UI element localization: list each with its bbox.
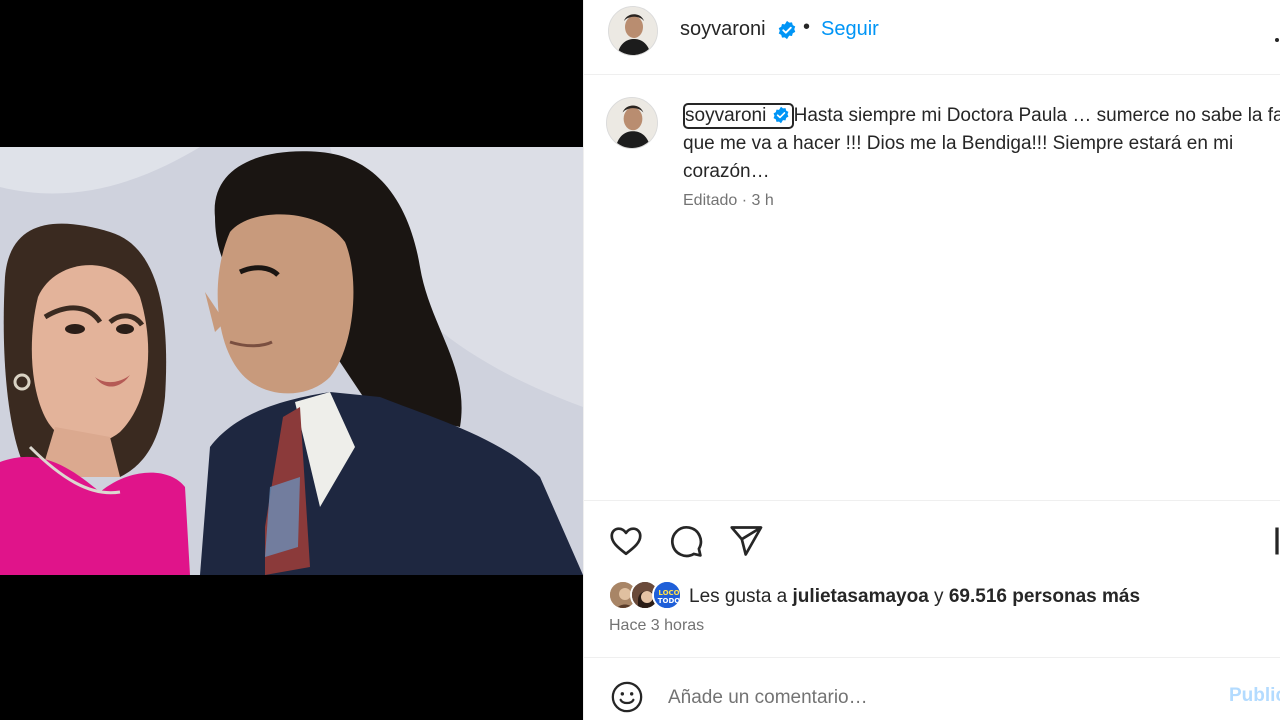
post-photo[interactable]	[0, 147, 583, 575]
follow-button[interactable]: Seguir	[821, 18, 879, 41]
emoji-icon[interactable]	[610, 680, 644, 714]
avatar-image	[609, 7, 657, 55]
liker-username[interactable]: julietasamayoa	[793, 586, 929, 607]
comment-input[interactable]	[668, 682, 1188, 714]
post-header: soyvaroni • Seguir	[584, 0, 1280, 75]
liker-avatars[interactable]: LOCO TODO	[608, 580, 688, 612]
verified-icon	[777, 20, 797, 45]
svg-text:TODO: TODO	[658, 597, 681, 605]
header-separator: •	[803, 16, 811, 38]
verified-icon	[773, 106, 789, 124]
caption-avatar[interactable]	[606, 97, 658, 149]
likes-mid: y	[928, 586, 949, 607]
photo-illustration	[0, 147, 583, 575]
caption-username-text: soyvaroni	[685, 105, 767, 126]
liker-avatar: LOCO TODO	[652, 580, 682, 610]
likes-summary: Les gusta a julietasamayoa y 69.516 pers…	[689, 586, 1140, 608]
post-panel: soyvaroni • Seguir soyvaroni Hasta siemp…	[583, 0, 1280, 720]
bookmark-icon[interactable]	[1274, 523, 1280, 559]
post-comment-button[interactable]: Publicar	[1229, 685, 1280, 707]
action-bar	[584, 500, 1280, 578]
likes-count[interactable]: 69.516 personas más	[949, 586, 1140, 607]
post-time[interactable]: Hace 3 horas	[609, 617, 704, 635]
comment-icon[interactable]	[668, 523, 704, 559]
share-icon[interactable]	[728, 523, 764, 559]
caption-text: soyvaroni Hasta siempre mi Doctora Paula…	[683, 102, 1280, 186]
heart-icon[interactable]	[608, 523, 644, 559]
post-media	[0, 0, 583, 720]
caption-username[interactable]: soyvaroni	[683, 103, 794, 129]
author-username[interactable]: soyvaroni	[680, 18, 766, 41]
likes-prefix: Les gusta a	[689, 586, 793, 607]
svg-text:LOCO: LOCO	[658, 589, 679, 597]
caption-block: soyvaroni Hasta siempre mi Doctora Paula…	[584, 75, 1280, 500]
caption-meta: Editado · 3 h	[683, 192, 774, 209]
comment-bar: Publicar	[584, 658, 1280, 720]
likes-section: LOCO TODO Les gusta a julietasamayoa y 69…	[584, 578, 1280, 658]
author-avatar[interactable]	[608, 6, 658, 56]
avatar-image	[607, 98, 657, 148]
more-icon[interactable]	[1272, 30, 1280, 42]
